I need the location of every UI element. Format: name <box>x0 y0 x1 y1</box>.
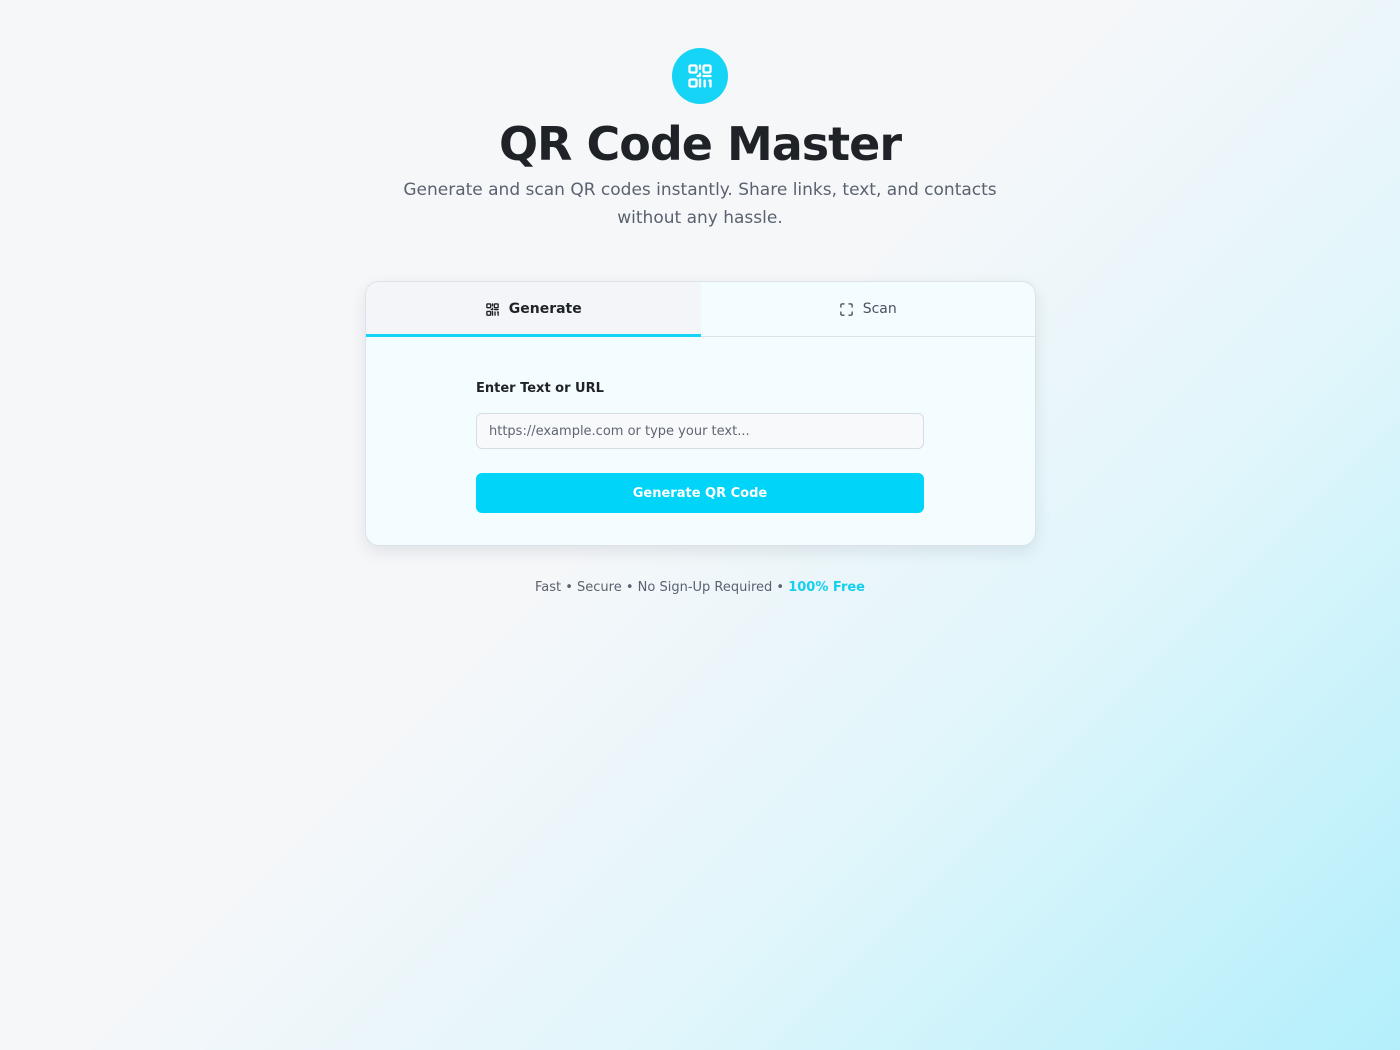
text-url-label: Enter Text or URL <box>476 381 604 396</box>
footer-tagline: Fast • Secure • No Sign-Up Required • 10… <box>0 578 1400 598</box>
qr-card: Generate Scan Enter Text or URL Generate… <box>365 281 1036 546</box>
app-logo <box>672 48 728 104</box>
free-badge: 100% Free <box>788 580 865 595</box>
tab-bar: Generate Scan <box>366 282 1035 337</box>
tab-scan-label: Scan <box>862 301 897 317</box>
qr-code-icon <box>485 302 500 317</box>
qr-code-icon <box>688 64 712 88</box>
tab-generate[interactable]: Generate <box>366 282 701 337</box>
tab-scan[interactable]: Scan <box>701 282 1036 336</box>
generate-qr-button[interactable]: Generate QR Code <box>476 473 924 513</box>
tab-generate-label: Generate <box>508 301 582 317</box>
footer-features: Fast • Secure • No Sign-Up Required • <box>534 580 789 595</box>
page-subtitle: Generate and scan QR codes instantly. Sh… <box>403 180 997 228</box>
scan-frame-icon <box>839 302 854 317</box>
text-url-input[interactable] <box>476 413 924 449</box>
page-title: QR Code Master <box>498 117 902 171</box>
generate-form: Enter Text or URL Generate QR Code <box>476 380 924 513</box>
